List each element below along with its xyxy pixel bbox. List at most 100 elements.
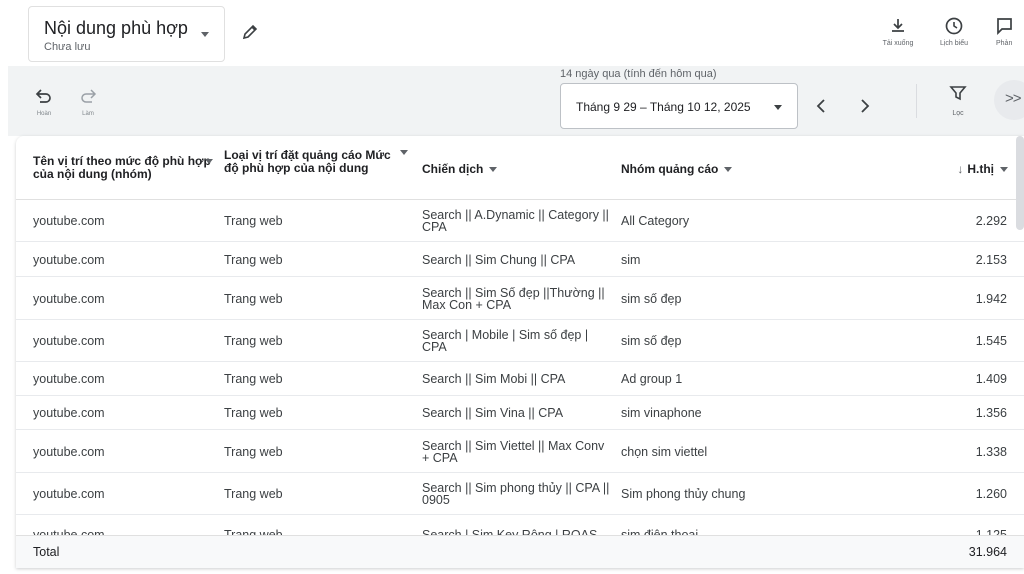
ad-group-cell: sim số đẹp	[621, 292, 682, 306]
column-header-label: Loại vị trí đặt quảng cáo Mức độ phù hợp…	[224, 148, 391, 175]
previous-period-button[interactable]	[812, 96, 830, 116]
table-row[interactable]: youtube.com Trang web Search | Mobile | Si…	[16, 320, 1024, 362]
campaign-cell: Search || Sim Chung || CPA	[422, 253, 576, 267]
table-row[interactable]: youtube.com Trang web Search || Sim Mobi |…	[16, 362, 1024, 396]
table-row[interactable]: youtube.com Trang web Search || Sim phong …	[16, 473, 1024, 515]
column-header-label: Chiến dịch	[422, 162, 484, 176]
column-header-label: Nhóm quảng cáo	[621, 162, 719, 176]
impressions-cell: 1.409	[975, 372, 1007, 386]
report-title-selector[interactable]: Nội dung phù hợp Chưa lưu	[28, 6, 225, 62]
total-label: Total	[33, 545, 60, 559]
ad-group-cell: sim số đẹp	[621, 334, 682, 348]
date-range-picker[interactable]: Tháng 9 29 – Tháng 10 12, 2025	[560, 83, 798, 129]
placement-cell: youtube.com	[33, 406, 105, 420]
campaign-cell: Search || Sim Vina || CPA	[422, 406, 564, 420]
chevron-left-icon	[816, 99, 825, 113]
impressions-cell: 1.338	[975, 445, 1007, 459]
feedback-label: Phản	[996, 40, 1013, 47]
campaign-cell: Search || Sim phong thủy || CPA || 0905	[422, 481, 610, 507]
schedule-label: Lịch biểu	[939, 40, 969, 47]
placement-type-cell: Trang web	[224, 214, 283, 228]
chevron-down-icon	[489, 167, 498, 173]
date-range-caption: 14 ngày qua (tính đến hôm qua)	[560, 68, 717, 80]
feedback-button[interactable]: Phản	[980, 16, 1024, 47]
column-header-label: Tên vị trí theo mức độ phù hợp của nội d…	[33, 154, 211, 181]
filter-button[interactable]: Lọc	[938, 84, 978, 117]
column-header-placement[interactable]: Tên vị trí theo mức độ phù hợp của nội d…	[33, 155, 213, 181]
placement-type-cell: Trang web	[224, 487, 283, 501]
impressions-cell: 1.260	[975, 487, 1007, 501]
vertical-scrollbar[interactable]	[1016, 136, 1024, 230]
placement-type-cell: Trang web	[224, 406, 283, 420]
double-chevron-right-icon: >>	[1005, 90, 1022, 107]
placement-type-cell: Trang web	[224, 292, 283, 306]
table-row[interactable]: youtube.com Trang web Search || Sim Số đẹp…	[16, 277, 1024, 320]
column-header-campaign[interactable]: Chiến dịch	[422, 162, 498, 176]
report-table: Tên vị trí theo mức độ phù hợp của nội d…	[16, 136, 1024, 568]
undo-button[interactable]: Hoàn	[34, 88, 54, 117]
placement-cell: youtube.com	[33, 334, 105, 348]
report-header: Nội dung phù hợp Chưa lưu Tải xuống Lịch…	[0, 0, 1024, 66]
chevron-down-icon	[205, 159, 213, 164]
campaign-cell: Search || A.Dynamic || Category || CPA	[422, 208, 609, 234]
column-header-impressions[interactable]: ↓ H.thị	[916, 163, 1008, 176]
undo-label: Hoàn	[36, 111, 52, 117]
placement-cell: youtube.com	[33, 487, 105, 501]
campaign-cell: Search || Sim Số đẹp ||Thường || Max Con…	[422, 286, 605, 312]
table-body: youtube.com Trang web Search || A.Dynamic …	[16, 200, 1024, 535]
placement-type-cell: Trang web	[224, 334, 283, 348]
ad-group-cell: Ad group 1	[621, 372, 683, 386]
placement-cell: youtube.com	[33, 372, 105, 386]
divider	[916, 84, 917, 118]
placement-cell: youtube.com	[33, 253, 105, 267]
total-row: Total 31.964	[16, 535, 1024, 568]
column-header-ad-group[interactable]: Nhóm quảng cáo	[621, 162, 733, 176]
chevron-down-icon	[1000, 167, 1008, 173]
filter-icon	[949, 86, 967, 101]
impressions-cell: 2.292	[975, 214, 1007, 228]
clock-icon	[945, 17, 963, 35]
campaign-cell: Search || Sim Mobi || CPA	[422, 372, 566, 386]
total-value: 31.964	[968, 545, 1007, 559]
placement-cell: youtube.com	[33, 292, 105, 306]
chevron-down-icon	[201, 32, 209, 37]
schedule-button[interactable]: Lịch biểu	[926, 16, 982, 47]
ad-group-cell: chọn sim viettel	[621, 445, 708, 459]
ad-group-cell: All Category	[621, 214, 690, 228]
campaign-cell: Search || Sim Viettel || Max Conv + CPA	[422, 439, 605, 465]
report-title: Nội dung phù hợp	[44, 18, 188, 38]
redo-label: Làm	[82, 111, 94, 117]
undo-icon	[35, 89, 51, 103]
redo-icon	[81, 89, 97, 103]
chevron-down-icon	[724, 167, 733, 173]
table-row[interactable]: youtube.com Trang web Search | Sim Key Rộn…	[16, 515, 1024, 535]
download-icon	[892, 19, 904, 32]
table-row[interactable]: youtube.com Trang web Search || A.Dynamic …	[16, 200, 1024, 242]
download-button[interactable]: Tải xuống	[870, 16, 926, 47]
download-label: Tải xuống	[882, 40, 914, 47]
placement-type-cell: Trang web	[224, 253, 283, 267]
placement-type-cell: Trang web	[224, 372, 283, 386]
pencil-icon[interactable]	[240, 22, 260, 42]
campaign-cell: Search | Mobile | Sim số đẹp | CPA	[422, 328, 589, 354]
next-period-button[interactable]	[856, 96, 874, 116]
table-header: Tên vị trí theo mức độ phù hợp của nội d…	[16, 136, 1024, 200]
column-header-label: H.thị	[967, 162, 994, 176]
placement-type-cell: Trang web	[224, 445, 283, 459]
table-row[interactable]: youtube.com Trang web Search || Sim Viette…	[16, 430, 1024, 473]
filter-label: Lọc	[952, 110, 964, 117]
impressions-cell: 1.356	[975, 406, 1007, 420]
date-range-value: Tháng 9 29 – Tháng 10 12, 2025	[576, 100, 751, 114]
impressions-cell: 2.153	[975, 253, 1007, 267]
impressions-cell: 1.545	[975, 334, 1007, 348]
placement-cell: youtube.com	[33, 214, 105, 228]
table-row[interactable]: youtube.com Trang web Search || Sim Vina |…	[16, 396, 1024, 430]
chevron-down-icon	[400, 150, 408, 155]
chevron-down-icon	[774, 105, 782, 110]
redo-button[interactable]: Làm	[78, 88, 98, 117]
feedback-icon	[997, 18, 1012, 36]
report-status: Chưa lưu	[44, 41, 91, 53]
ad-group-cell: Sim phong thủy chung	[621, 487, 746, 501]
table-row[interactable]: youtube.com Trang web Search || Sim Chung …	[16, 242, 1024, 277]
column-header-placement-type[interactable]: Loại vị trí đặt quảng cáo Mức độ phù hợp…	[224, 148, 408, 175]
